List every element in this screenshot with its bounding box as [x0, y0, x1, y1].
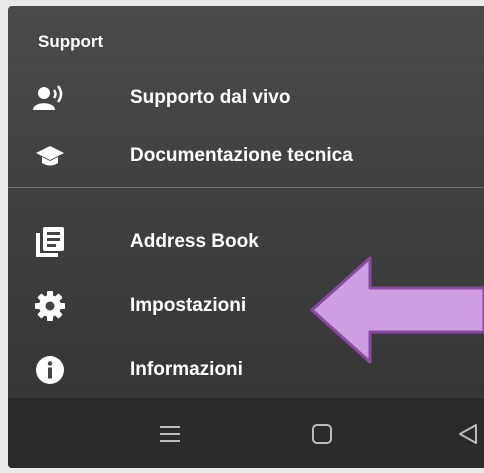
menu-item-label: Informazioni: [130, 359, 243, 380]
menu-item-technical-docs[interactable]: Documentazione tecnica: [8, 132, 484, 180]
live-support-icon: [32, 82, 68, 114]
menu-item-label: Impostazioni: [130, 295, 247, 316]
photo-frame: Support Supporto dal vivo Documentazione…: [0, 0, 484, 473]
info-icon: [32, 354, 68, 386]
gear-icon: [32, 290, 68, 322]
home-icon[interactable]: [308, 420, 336, 448]
menu-item-live-support[interactable]: Supporto dal vivo: [8, 74, 484, 122]
menu-item-label: Address Book: [130, 231, 259, 252]
address-book-icon: [32, 226, 68, 258]
menu-item-label: Documentazione tecnica: [130, 145, 353, 166]
navigation-bar: [8, 398, 484, 468]
phone-screen: Support Supporto dal vivo Documentazione…: [8, 6, 484, 468]
support-section-title: Support: [38, 32, 104, 51]
section-divider: [8, 187, 484, 188]
annotation-arrow: [310, 256, 484, 364]
graduation-cap-icon: [32, 140, 68, 172]
menu-icon[interactable]: [156, 420, 184, 448]
menu-item-label: Supporto dal vivo: [130, 87, 291, 108]
back-icon[interactable]: [454, 420, 482, 448]
